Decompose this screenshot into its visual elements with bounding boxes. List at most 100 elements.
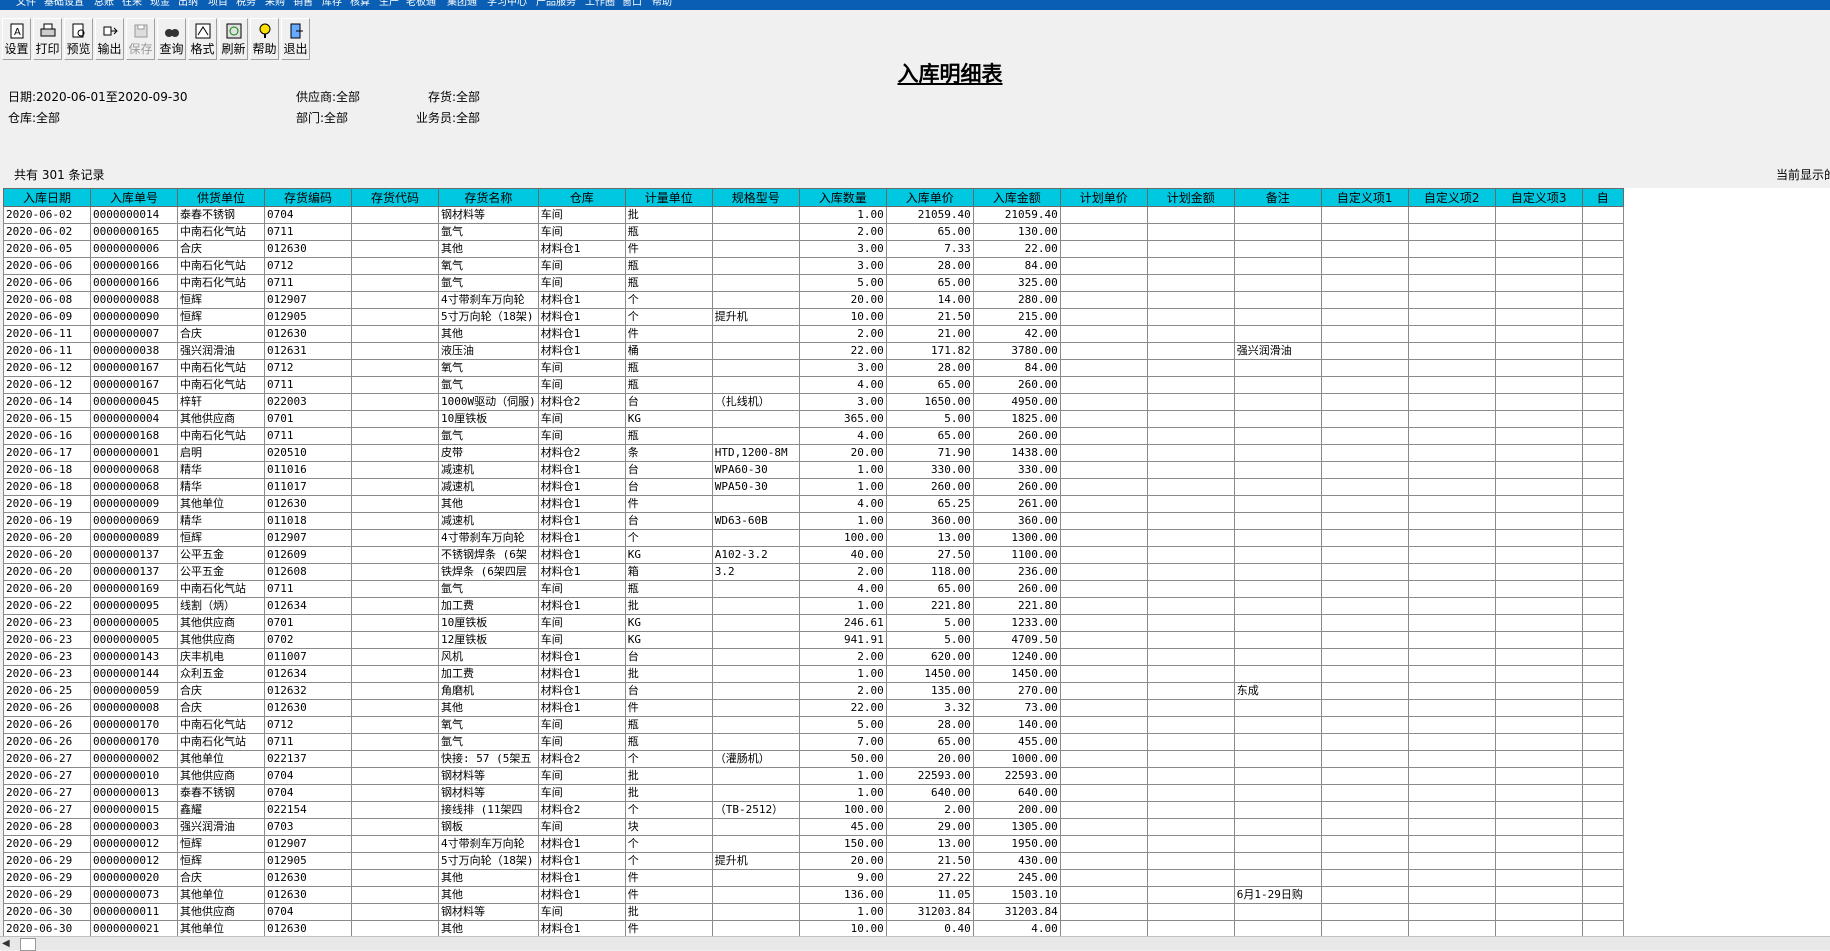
column-header[interactable]: 存货代码 bbox=[351, 188, 439, 207]
menu-item-19[interactable]: 帮助 bbox=[652, 0, 672, 9]
table-row[interactable]: 2020-06-29 0000000020 合庆 012630 其他 材料仓1 件 9.00 2… bbox=[3, 869, 1624, 887]
column-header[interactable]: 存货编码 bbox=[264, 188, 352, 207]
menu-item-10[interactable]: 库存 bbox=[322, 0, 342, 9]
toolbar-button-help[interactable]: 帮助 bbox=[250, 18, 279, 60]
menu-item-0[interactable]: 文件 bbox=[16, 0, 36, 9]
table-row[interactable]: 2020-06-19 0000000009 其他单位 012630 其他 材料仓1 件 4.0… bbox=[3, 495, 1624, 513]
table-row[interactable]: 2020-06-16 0000000168 中南石化气站 0711 氩气 车间瓶 4.00 6… bbox=[3, 427, 1624, 445]
table-cell bbox=[1407, 665, 1496, 683]
table-row[interactable]: 2020-06-26 0000000170 中南石化气站 0712 氧气 车间瓶 5.00 2… bbox=[3, 716, 1624, 734]
column-header[interactable]: 规格型号 bbox=[711, 188, 800, 207]
table-cell bbox=[1146, 750, 1235, 768]
column-header[interactable]: 仓库 bbox=[537, 188, 626, 207]
column-header[interactable]: 入库日期 bbox=[3, 188, 91, 207]
table-row[interactable]: 2020-06-05 0000000006 合庆 012630 其他 材料仓1 件 3.00 7… bbox=[3, 240, 1624, 258]
table-row[interactable]: 2020-06-23 0000000144 众利五金 012634 加工费 材料仓1 批 1.… bbox=[3, 665, 1624, 683]
column-header[interactable]: 计量单位 bbox=[624, 188, 713, 207]
menu-item-17[interactable]: 工作圈 bbox=[585, 0, 615, 9]
table-cell: 0000000090 bbox=[90, 308, 178, 326]
table-row[interactable]: 2020-06-27 0000000015 鑫耀 022154 接线排 (11架四 材料仓… bbox=[3, 801, 1624, 819]
table-row[interactable]: 2020-06-30 0000000021 其他单位 012630 其他 材料仓1 件 10.… bbox=[3, 920, 1624, 936]
column-header[interactable]: 入库金额 bbox=[972, 188, 1061, 207]
table-row[interactable]: 2020-06-29 0000000012 恒辉 012905 5寸万向轮（18架) 材料… bbox=[3, 852, 1624, 870]
menu-item-6[interactable]: 项目 bbox=[208, 0, 228, 9]
table-row[interactable]: 2020-06-08 0000000088 恒辉 012907 4寸带刹车万向轮 材料仓1… bbox=[3, 291, 1624, 309]
toolbar-button-settings[interactable]: A 设置 bbox=[2, 18, 31, 60]
table-row[interactable]: 2020-06-27 0000000002 其他单位 022137 快接: 57 (5架… bbox=[3, 750, 1624, 768]
horizontal-scrollbar[interactable]: ◀ bbox=[0, 936, 1830, 951]
table-row[interactable]: 2020-06-02 0000000014 泰春不锈钢 0704 钢材料等 车间批 1.00… bbox=[3, 206, 1624, 224]
table-row[interactable]: 2020-06-20 0000000137 公平五金 012609 不锈钢焊条 (6架材… bbox=[3, 546, 1624, 564]
column-header[interactable]: 入库单号 bbox=[90, 188, 178, 207]
menu-item-13[interactable]: 老板通 bbox=[406, 0, 436, 9]
column-header[interactable]: 备注 bbox=[1233, 188, 1322, 207]
table-row[interactable]: 2020-06-22 0000000095 线割（炳） 012634 加工费 材料仓1 批 1… bbox=[3, 597, 1624, 615]
table-row[interactable]: 2020-06-15 0000000004 其他供应商 0701 10厘铁板 车间 KG 36… bbox=[3, 410, 1624, 428]
menu-item-18[interactable]: 窗口 bbox=[622, 0, 642, 9]
column-header[interactable]: 计划单价 bbox=[1059, 188, 1148, 207]
table-row[interactable]: 2020-06-26 0000000170 中南石化气站 0711 氩气 车间瓶 7.00 6… bbox=[3, 733, 1624, 751]
menu-item-12[interactable]: 生产 bbox=[379, 0, 399, 9]
table-row[interactable]: 2020-06-20 0000000089 恒辉 012907 4寸带刹车万向轮 材料仓1… bbox=[3, 529, 1624, 547]
table-row[interactable]: 2020-06-11 0000000038 强兴润滑油 012631 液压油 材料仓1 桶 2… bbox=[3, 342, 1624, 360]
menu-item-2[interactable]: 总账 bbox=[94, 0, 114, 9]
table-row[interactable]: 2020-06-20 0000000169 中南石化气站 0711 氩气 车间瓶 4.00 6… bbox=[3, 580, 1624, 598]
table-row[interactable]: 2020-06-06 0000000166 中南石化气站 0712 氧气 车间瓶 3.00 2… bbox=[3, 257, 1624, 275]
table-row[interactable]: 2020-06-27 0000000010 其他供应商 0704 钢材料等 车间批 1.00… bbox=[3, 767, 1624, 785]
table-row[interactable]: 2020-06-23 0000000143 庆丰机电 011007 风机 材料仓1 台 2.0… bbox=[3, 648, 1624, 666]
table-row[interactable]: 2020-06-28 0000000003 强兴润滑油 0703 钢板 车间块 45.00 2… bbox=[3, 818, 1624, 836]
table-row[interactable]: 2020-06-25 0000000059 合庆 012632 角磨机 材料仓1 台 2.00… bbox=[3, 682, 1624, 700]
scroll-thumb[interactable] bbox=[20, 938, 36, 951]
table-row[interactable]: 2020-06-19 0000000069 精华 011018 减速机 材料仓1 台 WD63… bbox=[3, 512, 1624, 530]
table-row[interactable]: 2020-06-27 0000000013 泰春不锈钢 0704 钢材料等 车间批 1.00… bbox=[3, 784, 1624, 802]
table-cell: 0000000012 bbox=[90, 835, 178, 853]
toolbar-button-query[interactable]: 查询 bbox=[157, 18, 186, 60]
toolbar-button-export[interactable]: 输出 bbox=[95, 18, 124, 60]
column-header[interactable]: 自 bbox=[1581, 188, 1624, 207]
table-row[interactable]: 2020-06-14 0000000045 梓轩 022003 1000W驱动（伺服) 材… bbox=[3, 393, 1624, 411]
table-row[interactable]: 2020-06-29 0000000073 其他单位 012630 其他 材料仓1 件 136… bbox=[3, 886, 1624, 904]
column-header[interactable]: 自定义项2 bbox=[1407, 188, 1496, 207]
table-row[interactable]: 2020-06-18 0000000068 精华 011017 减速机 材料仓1 台 WPA5… bbox=[3, 478, 1624, 496]
column-header[interactable]: 入库单价 bbox=[885, 188, 974, 207]
table-row[interactable]: 2020-06-18 0000000068 精华 011016 减速机 材料仓1 台 WPA6… bbox=[3, 461, 1624, 479]
table-row[interactable]: 2020-06-23 0000000005 其他供应商 0702 12厘铁板 车间 KG 94… bbox=[3, 631, 1624, 649]
table-row[interactable]: 2020-06-29 0000000012 恒辉 012907 4寸带刹车万向轮 材料仓1… bbox=[3, 835, 1624, 853]
menu-item-1[interactable]: 基础设置 bbox=[44, 0, 84, 9]
scroll-left-icon[interactable]: ◀ bbox=[2, 938, 10, 949]
table-row[interactable]: 2020-06-30 0000000011 其他供应商 0704 钢材料等 车间批 1.00… bbox=[3, 903, 1624, 921]
column-header[interactable]: 自定义项3 bbox=[1494, 188, 1583, 207]
column-header[interactable]: 存货名称 bbox=[438, 188, 539, 207]
table-cell bbox=[1233, 376, 1322, 394]
table-row[interactable]: 2020-06-09 0000000090 恒辉 012905 5寸万向轮（18架) 材料… bbox=[3, 308, 1624, 326]
menu-item-7[interactable]: 税务 bbox=[236, 0, 256, 9]
toolbar-button-format[interactable]: 格式 bbox=[188, 18, 217, 60]
column-header[interactable]: 入库数量 bbox=[798, 188, 887, 207]
table-row[interactable]: 2020-06-23 0000000005 其他供应商 0701 10厘铁板 车间 KG 24… bbox=[3, 614, 1624, 632]
menu-item-15[interactable]: 学习中心 bbox=[487, 0, 527, 9]
table-row[interactable]: 2020-06-11 0000000007 合庆 012630 其他 材料仓1 件 2.00 2… bbox=[3, 325, 1624, 343]
table-row[interactable]: 2020-06-06 0000000166 中南石化气站 0711 氩气 车间瓶 5.00 6… bbox=[3, 274, 1624, 292]
column-header[interactable]: 自定义项1 bbox=[1320, 188, 1409, 207]
menu-item-4[interactable]: 现金 bbox=[150, 0, 170, 9]
toolbar-button-preview[interactable]: 预览 bbox=[64, 18, 93, 60]
toolbar-button-exit[interactable]: 退出 bbox=[281, 18, 310, 60]
table-row[interactable]: 2020-06-26 0000000008 合庆 012630 其他 材料仓1 件 22.00… bbox=[3, 699, 1624, 717]
menu-item-3[interactable]: 往来 bbox=[122, 0, 142, 9]
menu-item-8[interactable]: 采购 bbox=[265, 0, 285, 9]
menu-item-5[interactable]: 出纳 bbox=[178, 0, 198, 9]
menu-item-11[interactable]: 核算 bbox=[350, 0, 370, 9]
toolbar-button-refresh[interactable]: 刷新 bbox=[219, 18, 248, 60]
table-row[interactable]: 2020-06-20 0000000137 公平五金 012608 铁焊条 (6架四层材… bbox=[3, 563, 1624, 581]
column-header[interactable]: 计划金额 bbox=[1146, 188, 1235, 207]
column-header[interactable]: 供货单位 bbox=[177, 188, 265, 207]
menu-item-16[interactable]: 产品服务 bbox=[536, 0, 576, 9]
menu-item-14[interactable]: 集团通 bbox=[447, 0, 477, 9]
table-row[interactable]: 2020-06-17 0000000001 启明 020510 皮带 材料仓2 条 HTD,1… bbox=[3, 444, 1624, 462]
menu-item-9[interactable]: 销售 bbox=[293, 0, 313, 9]
table-row[interactable]: 2020-06-02 0000000165 中南石化气站 0711 氩气 车间瓶 2.00 6… bbox=[3, 223, 1624, 241]
toolbar-button-print[interactable]: 打印 bbox=[33, 18, 62, 60]
data-grid[interactable]: 入库日期 入库单号 供货单位 存货编码 存货代码 存货名称 仓库 计量单位 规格型号 入库数量 入库… bbox=[3, 188, 1830, 936]
table-row[interactable]: 2020-06-12 0000000167 中南石化气站 0711 氩气 车间瓶 4.00 6… bbox=[3, 376, 1624, 394]
table-row[interactable]: 2020-06-12 0000000167 中南石化气站 0712 氧气 车间瓶 3.00 2… bbox=[3, 359, 1624, 377]
